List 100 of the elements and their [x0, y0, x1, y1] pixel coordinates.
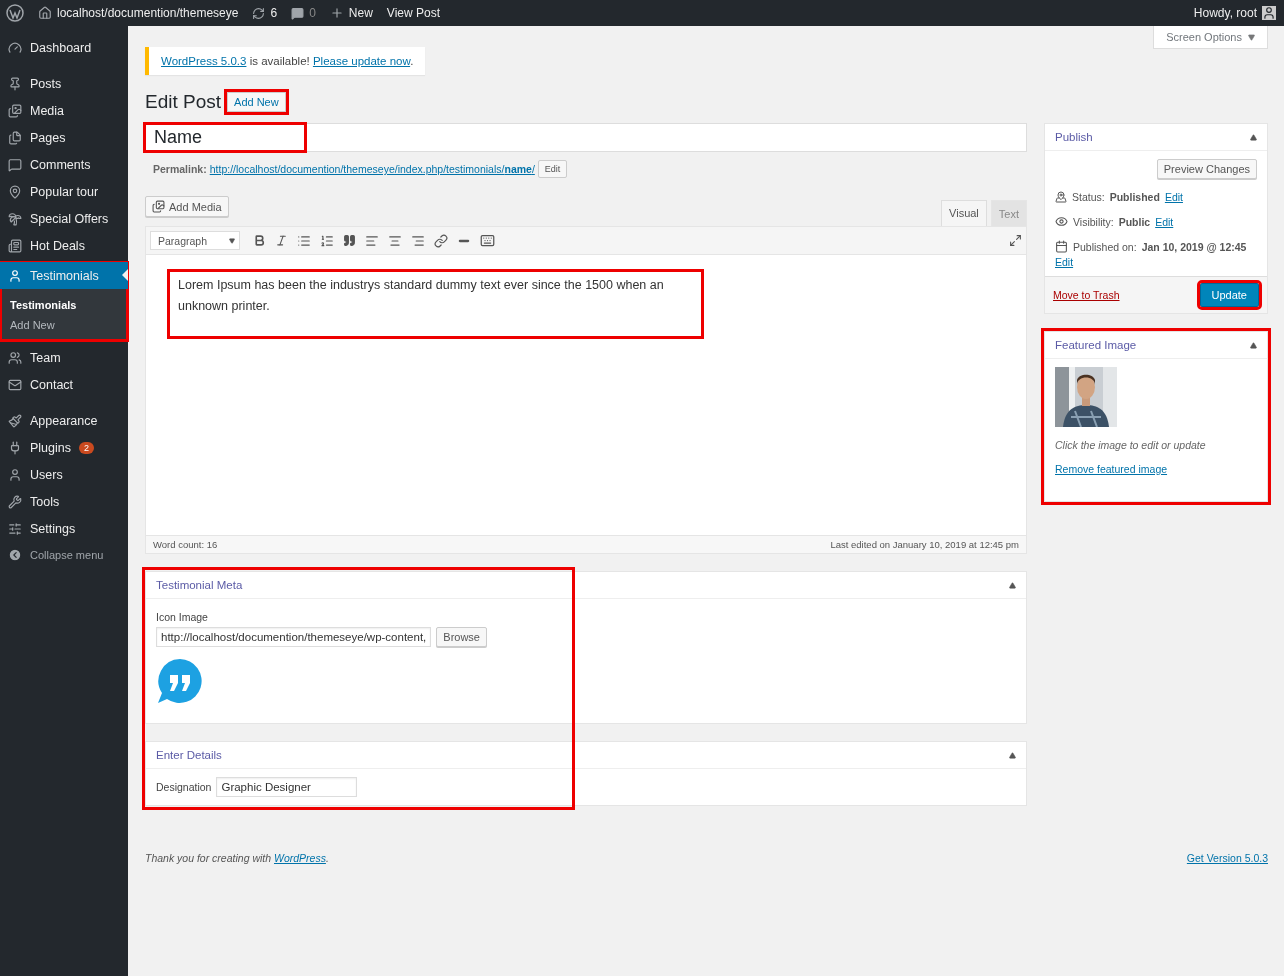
- quote-icon[interactable]: [343, 234, 356, 247]
- fullscreen-icon[interactable]: [1009, 234, 1022, 247]
- version-link[interactable]: WordPress 5.0.3: [161, 55, 247, 67]
- view-post-link[interactable]: View Post: [386, 6, 440, 20]
- edit-link[interactable]: Edit: [1055, 256, 1074, 268]
- italic-icon[interactable]: [275, 234, 288, 247]
- caret-icon: [229, 237, 235, 244]
- submenu-item[interactable]: Testimonials: [0, 295, 128, 315]
- collapse-icon[interactable]: [1009, 751, 1016, 759]
- post-content: Lorem Ipsum has been the industrys standard dummy text ever since the 1500 when an unknown printer.: [167, 269, 704, 339]
- edit-link[interactable]: Edit: [1155, 215, 1174, 228]
- people-icon: [8, 350, 22, 365]
- calendar-icon: [1055, 240, 1068, 253]
- collapse-icon[interactable]: [1250, 341, 1257, 349]
- home-icon: [38, 6, 52, 20]
- menu-item[interactable]: Popular tour: [0, 178, 128, 205]
- remove-featured-image-link[interactable]: Remove featured image: [1055, 463, 1168, 475]
- move-to-trash-link[interactable]: Move to Trash: [1053, 289, 1120, 301]
- person-icon: [8, 467, 22, 482]
- numbered-list-icon[interactable]: [320, 233, 334, 248]
- eye-icon: [1055, 215, 1068, 228]
- edit-link[interactable]: Edit: [1164, 191, 1183, 203]
- add-media-button[interactable]: Add Media: [145, 196, 229, 217]
- menu-item[interactable]: Testimonials: [0, 262, 128, 289]
- editor-tab[interactable]: Visual: [941, 200, 987, 226]
- last-edited: Last edited on January 10, 2019 at 12:45 pm: [830, 539, 1019, 550]
- permalink-link[interactable]: http://localhost/documention/themeseye/index.php/testimonials/name/: [209, 163, 535, 175]
- images-icon: [8, 103, 22, 118]
- menu-item[interactable]: Contact: [0, 371, 128, 398]
- status-value: Published: [1109, 191, 1160, 203]
- menu-item[interactable]: Tools: [0, 488, 128, 515]
- plus-icon: [329, 6, 344, 20]
- gauge-icon: [8, 40, 22, 55]
- menu-item[interactable]: Settings: [0, 515, 128, 542]
- paintbrush-icon: [8, 413, 22, 428]
- featured-image-hint: Click the image to edit or update: [1055, 439, 1207, 451]
- keyboard-icon[interactable]: [480, 233, 495, 248]
- link-icon[interactable]: [434, 233, 448, 248]
- avatar-icon: [1262, 6, 1276, 20]
- menu-item[interactable]: Comments: [0, 151, 128, 178]
- pin-icon: [8, 76, 22, 91]
- collapse-menu-button[interactable]: Collapse menu: [0, 542, 128, 568]
- footer-credit: Thank you for creating with WordPress.: [145, 852, 329, 864]
- word-count: Word count: 16: [153, 539, 218, 550]
- edit-permalink-button[interactable]: Edit: [537, 160, 568, 178]
- bold-icon[interactable]: [253, 234, 266, 247]
- speech-bubble-icon: [291, 6, 305, 20]
- menu-item[interactable]: Pages: [0, 124, 128, 151]
- align-left-icon[interactable]: [365, 233, 379, 248]
- screen-options-button[interactable]: Screen Options: [1153, 26, 1268, 49]
- update-button[interactable]: Update: [1199, 283, 1259, 307]
- submenu-item[interactable]: Add New: [0, 315, 128, 335]
- site-link[interactable]: localhost/documention/themeseye: [38, 6, 239, 20]
- account-menu[interactable]: Howdy, root: [1193, 6, 1276, 20]
- page-title: Edit Post: [145, 91, 222, 113]
- new-link[interactable]: New: [329, 6, 373, 20]
- menu-item[interactable]: Media: [0, 97, 128, 124]
- wordpress-link[interactable]: WordPress: [274, 852, 326, 864]
- envelope-icon: [8, 377, 22, 392]
- field-label: Icon Image: [156, 611, 209, 623]
- palm-tree-icon: [8, 211, 22, 226]
- version-link[interactable]: Get Version 5.0.3: [1186, 852, 1268, 864]
- wordpress-logo-icon[interactable]: [6, 4, 24, 22]
- panel-title: Testimonial Meta: [156, 579, 243, 591]
- field-label: Designation: [156, 781, 212, 793]
- menu-item[interactable]: Hot Deals: [0, 232, 128, 259]
- menu-item[interactable]: Appearance: [0, 407, 128, 434]
- visibility-value: Public: [1118, 215, 1151, 228]
- add-new-button[interactable]: Add New: [227, 92, 286, 112]
- published-date: Jan 10, 2019 @ 12:45: [1141, 240, 1247, 253]
- align-center-icon[interactable]: [388, 233, 402, 248]
- browse-button[interactable]: Browse: [436, 627, 487, 647]
- menu-item[interactable]: Posts: [0, 70, 128, 97]
- plug-icon: [8, 440, 22, 455]
- comments-link[interactable]: 0: [291, 6, 316, 20]
- caret-icon: [1248, 33, 1255, 41]
- icon-url-field[interactable]: http://localhost/documention/themeseye/wp-content,: [156, 627, 432, 647]
- collapse-icon[interactable]: [1250, 133, 1257, 141]
- updates-link[interactable]: 6: [252, 6, 278, 20]
- designation-field[interactable]: Graphic Designer: [216, 777, 358, 797]
- menu-item[interactable]: Special Offers: [0, 205, 128, 232]
- pages-icon: [8, 130, 22, 145]
- collapse-icon[interactable]: [1009, 581, 1016, 589]
- menu-item[interactable]: Dashboard: [0, 34, 128, 61]
- bulleted-list-icon[interactable]: [297, 233, 311, 248]
- images-icon: [152, 200, 165, 213]
- menu-item[interactable]: Plugins 2: [0, 434, 128, 461]
- panel-title: Publish: [1055, 131, 1093, 143]
- permalink-label: Permalink:: [153, 163, 207, 175]
- align-right-icon[interactable]: [411, 233, 425, 248]
- menu-item[interactable]: Users: [0, 461, 128, 488]
- preview-changes-button[interactable]: Preview Changes: [1156, 159, 1257, 179]
- title-field[interactable]: Name: [145, 123, 1027, 152]
- format-select[interactable]: Paragraph: [150, 231, 240, 250]
- wrench-icon: [8, 494, 22, 509]
- newspaper-icon: [8, 238, 22, 253]
- count-badge: 2: [79, 441, 94, 454]
- menu-item[interactable]: Team: [0, 344, 128, 371]
- sliders-icon: [8, 521, 22, 536]
- panel-title: Enter Details: [156, 749, 222, 761]
